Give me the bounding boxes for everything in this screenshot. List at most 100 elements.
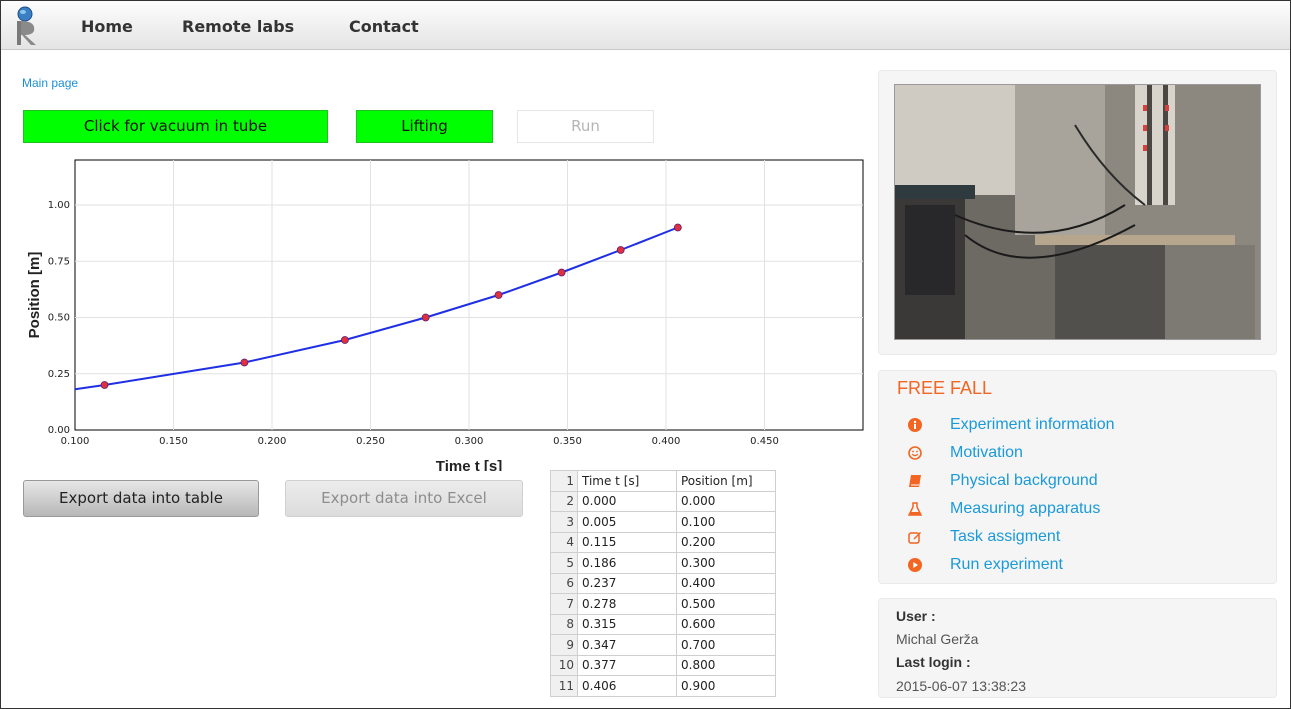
menu-label: Experiment information — [950, 416, 1115, 433]
y-tick-label: 0.00 — [48, 425, 70, 436]
top-navbar: Home Remote labs Contact — [1, 1, 1290, 50]
info-icon — [907, 417, 923, 433]
menu-measuring-apparatus[interactable]: Measuring apparatus — [907, 499, 1100, 519]
menu-motivation[interactable]: Motivation — [907, 443, 1023, 463]
edit-icon — [907, 529, 923, 545]
position-cell: 0.100 — [676, 511, 776, 533]
row-index: 9 — [550, 634, 578, 656]
time-cell: 0.186 — [577, 552, 677, 574]
table-row: 9 0.347 0.700 — [550, 634, 776, 656]
user-label: User : — [896, 608, 936, 624]
data-point — [616, 246, 625, 254]
time-cell: 0.278 — [577, 593, 677, 615]
time-cell: 0.000 — [577, 490, 677, 512]
table-row: 3 0.005 0.100 — [550, 511, 776, 533]
x-tick-label: 0.100 — [61, 436, 90, 447]
data-point — [340, 336, 349, 344]
time-cell: 0.315 — [577, 613, 677, 635]
smile-icon — [907, 445, 923, 461]
x-tick-label: 0.150 — [159, 436, 188, 447]
table-row: 10 0.377 0.800 — [550, 654, 776, 676]
row-index: 2 — [550, 490, 578, 512]
position-cell: 0.700 — [676, 634, 776, 656]
user-name: Michal Gerža — [896, 631, 979, 647]
row-index: 10 — [550, 654, 578, 676]
table-row: 7 0.278 0.500 — [550, 593, 776, 615]
position-cell: 0.200 — [676, 531, 776, 553]
table-header-row: 1 Time t [s] Position [m] — [550, 470, 776, 492]
data-point — [494, 291, 503, 299]
position-cell: 0.000 — [676, 490, 776, 512]
last-login-label: Last login : — [896, 654, 971, 670]
row-index: 11 — [550, 675, 578, 697]
menu-task-assigment[interactable]: Task assigment — [907, 527, 1060, 547]
menu-label: Motivation — [950, 444, 1023, 461]
data-point — [673, 223, 682, 232]
table-row: 2 0.000 0.000 — [550, 490, 776, 512]
menu-physical-background[interactable]: Physical background — [907, 471, 1098, 491]
nav-contact[interactable]: Contact — [349, 17, 419, 36]
data-table: 1 Time t [s] Position [m] 2 0.000 0.000 3 0.005… — [550, 470, 776, 697]
menu-run-experiment[interactable]: Run experiment — [907, 555, 1063, 575]
row-index: 8 — [550, 613, 578, 635]
time-cell: 0.115 — [577, 531, 677, 553]
nav-remote-labs[interactable]: Remote labs — [182, 17, 294, 36]
table-row: 8 0.315 0.600 — [550, 613, 776, 635]
breadcrumb-main-page[interactable]: Main page — [22, 76, 78, 90]
table-row: 5 0.186 0.300 — [550, 552, 776, 574]
row-index: 1 — [550, 470, 578, 492]
time-cell: 0.377 — [577, 654, 677, 676]
row-index: 6 — [550, 572, 578, 594]
x-axis-label: Time t [s] — [436, 458, 502, 471]
menu-label: Measuring apparatus — [950, 500, 1101, 517]
y-tick-label: 0.50 — [48, 313, 70, 324]
export-excel-button[interactable]: Export data into Excel — [285, 480, 523, 517]
row-index: 5 — [550, 552, 578, 574]
play-icon — [907, 557, 923, 573]
position-cell: Position [m] — [676, 470, 776, 492]
time-cell: 0.406 — [577, 675, 677, 697]
lifting-button[interactable]: Lifting — [356, 110, 493, 143]
menu-label: Run experiment — [950, 556, 1063, 573]
y-tick-label: 0.25 — [48, 369, 70, 380]
position-cell: 0.800 — [676, 654, 776, 676]
time-cell: Time t [s] — [577, 470, 677, 492]
y-tick-label: 1.00 — [48, 200, 70, 211]
x-tick-label: 0.400 — [652, 436, 681, 447]
page: Home Remote labs Contact Main page Click… — [0, 0, 1291, 709]
data-point — [100, 381, 109, 389]
row-index: 3 — [550, 511, 578, 533]
run-button[interactable]: Run — [517, 110, 654, 143]
position-time-chart: 0.100 0.150 0.200 0.250 0.300 0.350 0.400 0.450… — [26, 159, 864, 471]
table-row: 11 0.406 0.900 — [550, 675, 776, 697]
time-cell: 0.005 — [577, 511, 677, 533]
y-axis-label: Position [m] — [26, 252, 43, 339]
menu-label: Task assigment — [950, 528, 1061, 545]
x-tick-label: 0.450 — [750, 436, 779, 447]
data-point — [421, 313, 430, 322]
site-logo[interactable] — [10, 5, 44, 47]
y-tick-label: 0.75 — [48, 256, 70, 267]
menu-experiment-information[interactable]: Experiment information — [907, 415, 1115, 435]
vacuum-button[interactable]: Click for vacuum in tube — [23, 110, 328, 143]
menu-label: Physical background — [950, 472, 1098, 489]
time-cell: 0.237 — [577, 572, 677, 594]
x-tick-label: 0.200 — [258, 436, 287, 447]
last-login-value: 2015-06-07 13:38:23 — [896, 678, 1026, 694]
flask-icon — [907, 501, 923, 517]
row-index: 4 — [550, 531, 578, 553]
table-row: 6 0.237 0.400 — [550, 572, 776, 594]
position-cell: 0.500 — [676, 593, 776, 615]
nav-home[interactable]: Home — [81, 17, 133, 36]
position-cell: 0.900 — [676, 675, 776, 697]
time-cell: 0.347 — [577, 634, 677, 656]
row-index: 7 — [550, 593, 578, 615]
position-cell: 0.600 — [676, 613, 776, 635]
table-row: 4 0.115 0.200 — [550, 531, 776, 553]
book-icon — [907, 473, 923, 489]
export-table-button[interactable]: Export data into table — [23, 480, 259, 517]
position-cell: 0.400 — [676, 572, 776, 594]
x-tick-label: 0.350 — [553, 436, 582, 447]
experiment-title: FREE FALL — [897, 378, 993, 398]
camera-feed-image — [894, 84, 1261, 340]
